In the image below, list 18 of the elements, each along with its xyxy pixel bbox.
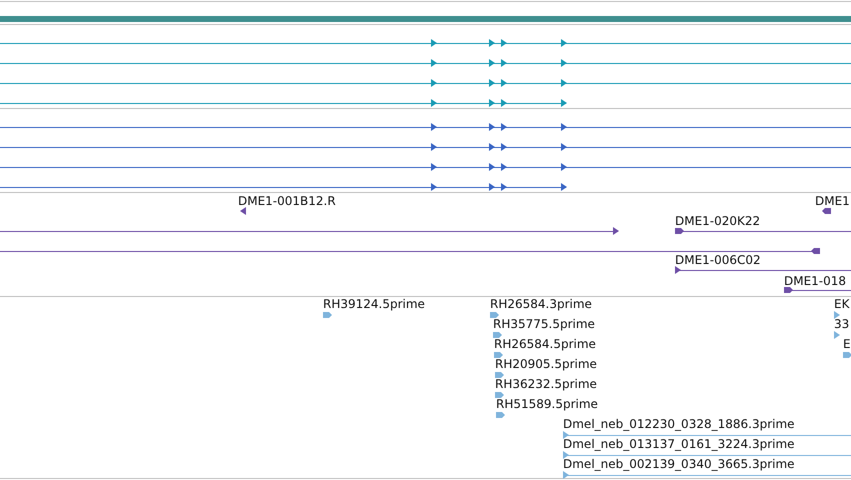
feature-label: RH51589.5prime (496, 397, 598, 411)
feature-label: Dmel_neb_002139_0340_3665.3prime (563, 457, 795, 471)
feature-label: E (843, 337, 851, 351)
feature-label: RH26584.3prime (490, 297, 592, 311)
feature-label: RH20905.5prime (495, 357, 597, 371)
feature-label: DME1-006C02 (675, 253, 761, 267)
feature-label: DME1 (815, 194, 850, 208)
feature-label: 33 (834, 317, 850, 331)
feature-label: RH39124.5prime (323, 297, 425, 311)
feature-label: DME1-001B12.R (238, 194, 336, 208)
feature-label: Dmel_neb_013137_0161_3224.3prime (563, 437, 795, 451)
feature-label: DME1-018 (784, 274, 846, 288)
feature-label: EK (834, 297, 850, 311)
feature-label: DME1-020K22 (675, 214, 760, 228)
feature-label: RH35775.5prime (493, 317, 595, 331)
feature-label: RH26584.5prime (494, 337, 596, 351)
feature-label: RH36232.5prime (495, 377, 597, 391)
feature-label: Dmel_neb_012230_0328_1886.3prime (563, 417, 795, 431)
